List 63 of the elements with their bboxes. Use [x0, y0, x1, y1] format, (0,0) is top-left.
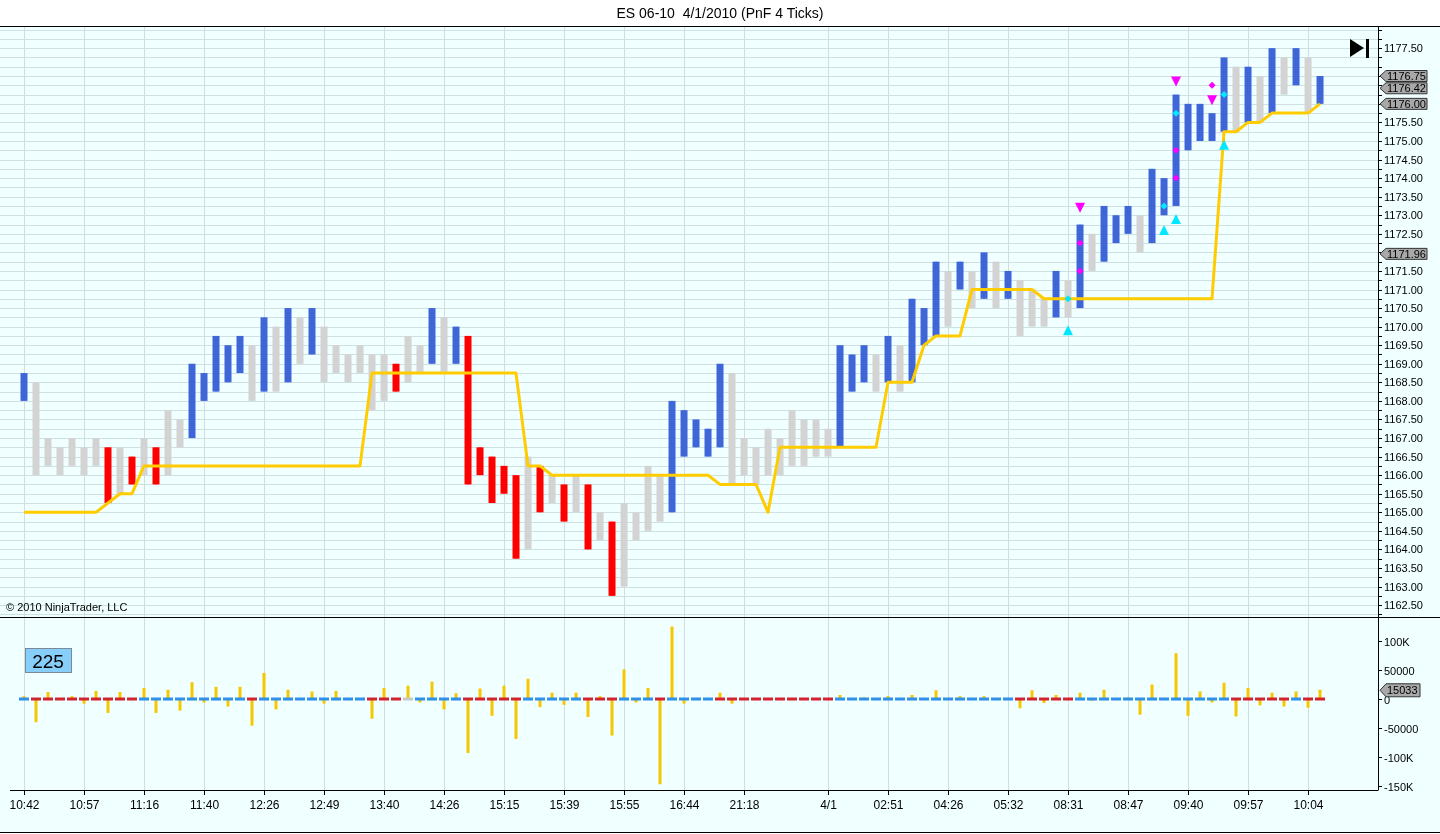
skip-to-end-icon[interactable] — [1350, 39, 1369, 58]
axis-label: -100K — [1384, 751, 1414, 764]
axis-label: 1163.50 — [1384, 562, 1423, 574]
axis-label: 100K — [1384, 635, 1410, 648]
axis-label: 1169.00 — [1384, 357, 1423, 370]
axis-label: 1164.00 — [1384, 543, 1423, 556]
time-label: 14:26 — [429, 798, 460, 812]
chart-title: ES 06-10 4/1/2010 (PnF 4 Ticks) — [616, 5, 824, 21]
axis-label: 1163.00 — [1384, 580, 1423, 593]
axis-label: 1166.00 — [1384, 469, 1423, 482]
axis-label: -150K — [1384, 780, 1414, 793]
value-marker: 15033 — [1379, 683, 1421, 698]
time-label: 16:44 — [669, 798, 700, 812]
time-label: 08:47 — [1113, 798, 1144, 812]
price-marker: 1171.96 — [1379, 247, 1428, 260]
time-label: 08:31 — [1053, 798, 1084, 812]
price-marker: 1176.00 — [1379, 97, 1428, 110]
price-marker: 1176.75 — [1379, 70, 1428, 82]
axis-label: 1170.50 — [1384, 302, 1423, 315]
time-label: 10:57 — [69, 798, 100, 812]
axis-label: 1171.50 — [1384, 264, 1423, 277]
time-label: 15:55 — [609, 798, 640, 812]
axis-label: 1167.00 — [1384, 432, 1423, 445]
axis-label: 1175.00 — [1384, 135, 1423, 147]
axis-label: 1165.00 — [1384, 506, 1423, 519]
axis-label: 1177.50 — [1384, 42, 1423, 55]
time-label: 15:15 — [489, 798, 520, 812]
axis-label: 1164.50 — [1384, 524, 1423, 537]
axis-label: 1172.50 — [1384, 227, 1423, 240]
time-label: 05:32 — [993, 798, 1024, 812]
value-box: 225 — [25, 648, 72, 673]
axis-label: 1170.00 — [1384, 320, 1423, 333]
axis-label: 1166.50 — [1384, 450, 1423, 463]
axis-label: 1174.50 — [1384, 153, 1423, 166]
axis-label: 1168.00 — [1384, 394, 1423, 407]
axis-label: 50000 — [1384, 664, 1415, 677]
time-label: 12:26 — [249, 798, 280, 812]
axis-label: 1167.50 — [1384, 413, 1423, 426]
copyright-text: © 2010 NinjaTrader, LLC — [6, 601, 128, 613]
axis-label: 1171.00 — [1384, 283, 1423, 296]
time-label: 4/1 — [820, 798, 837, 812]
time-label: 12:49 — [309, 798, 340, 812]
axis-label: 1173.00 — [1384, 209, 1423, 222]
time-label: 21:18 — [729, 798, 760, 812]
axis-label: 1165.50 — [1384, 487, 1423, 500]
time-label: 10:42 — [9, 798, 40, 812]
axis-label: 1168.50 — [1384, 376, 1423, 389]
time-label: 11:16 — [129, 798, 160, 812]
axis-label: -50000 — [1384, 722, 1419, 735]
time-label: 04:26 — [933, 798, 964, 812]
axis-label: 1174.00 — [1384, 172, 1423, 185]
time-label: 15:39 — [549, 798, 580, 812]
time-label: 02:51 — [873, 798, 904, 812]
time-label: 09:40 — [1173, 798, 1204, 812]
time-label: 10:04 — [1293, 798, 1324, 812]
price-marker: 1176.42 — [1379, 82, 1428, 95]
time-label: 13:40 — [369, 798, 400, 812]
axis-label: 1175.50 — [1384, 116, 1423, 129]
axis-label: 1173.50 — [1384, 190, 1423, 203]
time-label: 11:40 — [189, 798, 220, 812]
axis-label: 1162.50 — [1384, 599, 1423, 612]
time-label: 09:57 — [1233, 798, 1264, 812]
axis-label: 1169.50 — [1384, 339, 1423, 352]
